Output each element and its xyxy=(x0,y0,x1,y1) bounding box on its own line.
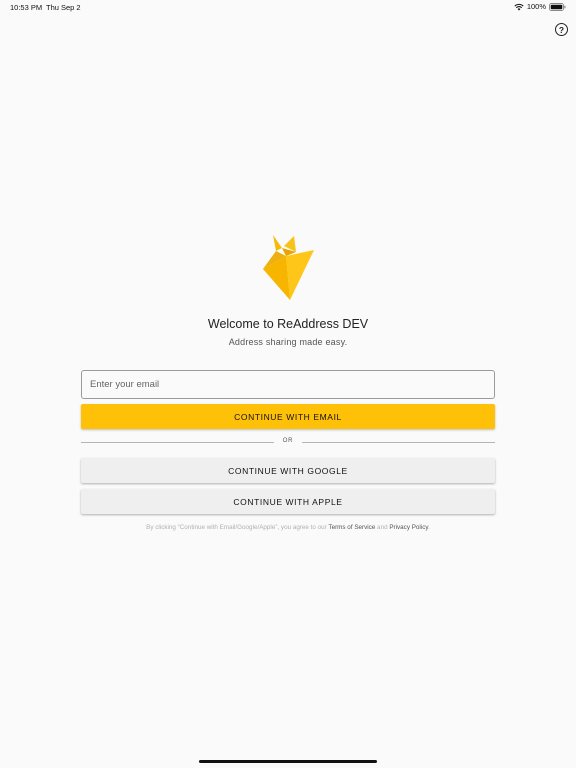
welcome-title: Welcome to ReAddress DEV xyxy=(207,317,369,331)
status-indicators: 100% xyxy=(514,2,566,11)
battery-percent: 100% xyxy=(526,2,546,11)
continue-with-apple-button[interactable]: CONTINUE WITH APPLE xyxy=(81,489,495,514)
divider-text: OR xyxy=(282,438,294,444)
legal-notice: By clicking “Continue with Email/Google/… xyxy=(0,524,576,531)
status-time: 10:53 PM xyxy=(10,3,43,12)
status-bar: 10:53 PM Thu Sep 2 100% xyxy=(0,0,576,14)
status-date: Thu Sep 2 xyxy=(46,3,81,12)
wifi-icon xyxy=(514,3,524,11)
or-divider: OR xyxy=(81,436,495,450)
legal-suffix: . xyxy=(428,524,430,531)
terms-of-service-link[interactable]: Terms of Service xyxy=(328,524,375,531)
paper-flame-logo-icon xyxy=(260,232,316,302)
help-icon[interactable]: ? xyxy=(555,23,568,36)
divider-line-right xyxy=(302,442,495,443)
legal-prefix: By clicking “Continue with Email/Google/… xyxy=(146,524,329,531)
continue-with-email-button[interactable]: CONTINUE WITH EMAIL xyxy=(81,404,495,429)
welcome-subtitle: Address sharing made easy. xyxy=(228,337,348,347)
privacy-policy-link[interactable]: Privacy Policy xyxy=(389,524,428,531)
continue-with-google-button[interactable]: CONTINUE WITH GOOGLE xyxy=(81,458,495,483)
home-indicator[interactable] xyxy=(199,760,377,763)
legal-and: and xyxy=(375,524,390,531)
email-input[interactable] xyxy=(81,370,495,399)
battery-icon xyxy=(549,2,566,11)
